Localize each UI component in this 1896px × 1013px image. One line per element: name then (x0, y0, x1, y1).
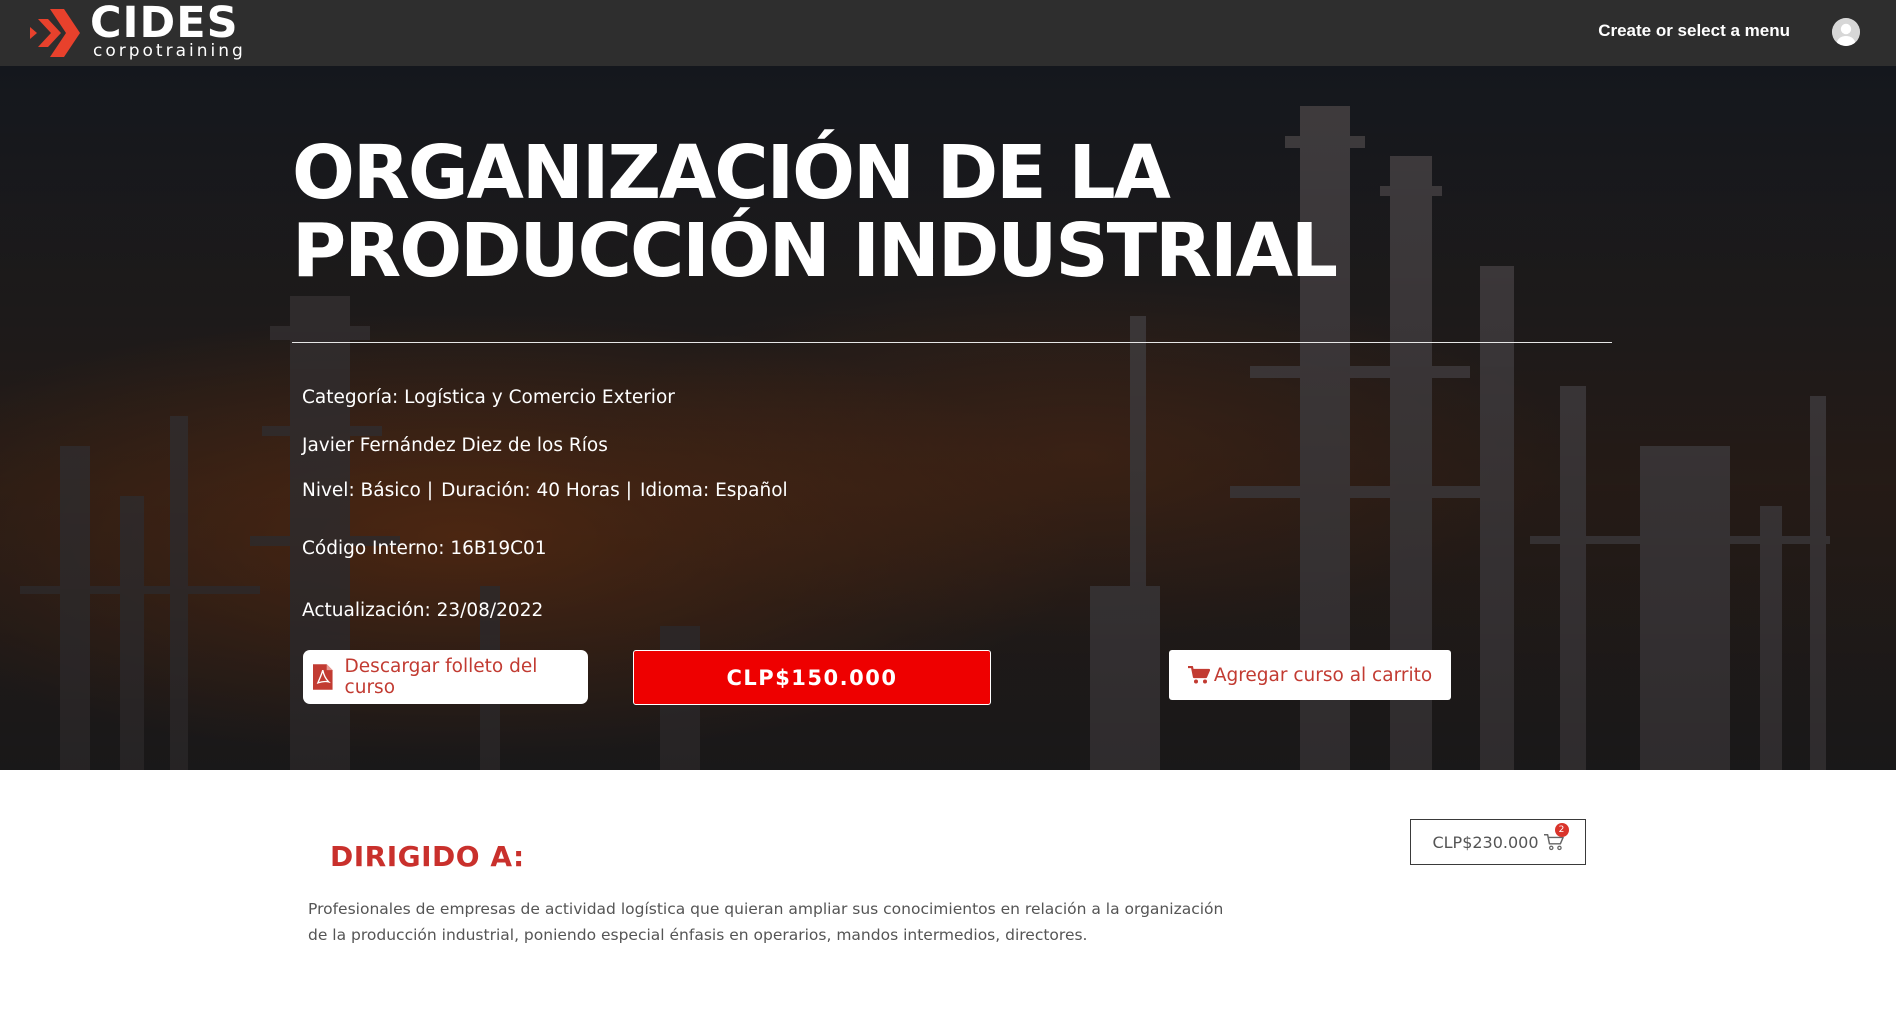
logo-tagline: corpotraining (93, 41, 246, 61)
mini-cart-total: CLP$230.000 (1432, 832, 1539, 852)
course-updated-date: Actualización: 23/08/2022 (302, 600, 544, 621)
course-level: Nivel: Básico (302, 480, 421, 501)
course-internal-code: Código Interno: 16B19C01 (302, 538, 547, 559)
title-divider (292, 342, 1612, 343)
course-hero: ORGANIZACIÓN DE LA PRODUCCIÓN INDUSTRIAL… (0, 66, 1896, 770)
add-to-cart-button[interactable]: Agregar curso al carrito (1169, 650, 1451, 700)
shopping-cart-icon: 2 (1543, 823, 1569, 851)
course-language: Idioma: Español (639, 480, 788, 501)
separator: | (426, 480, 434, 501)
pdf-icon (313, 664, 333, 690)
logo-chevrons-icon (30, 9, 80, 57)
course-duration: Duración: 40 Horas (441, 480, 620, 501)
create-menu-link[interactable]: Create or select a menu (1598, 21, 1790, 41)
top-navigation-bar: CIDES corpotraining Create or select a m… (0, 0, 1896, 66)
shopping-cart-icon (1187, 666, 1210, 684)
mini-cart-button[interactable]: CLP$230.000 2 (1410, 819, 1586, 865)
add-to-cart-label: Agregar curso al carrito (1213, 664, 1433, 686)
course-instructor: Javier Fernández Diez de los Ríos (302, 435, 608, 456)
course-title: ORGANIZACIÓN DE LA PRODUCCIÓN INDUSTRIAL (292, 130, 1338, 294)
course-specs: Nivel: Básico | Duración: 40 Horas | Idioma:… (302, 479, 788, 503)
audience-description: Profesionales de empresas de actividad l… (308, 900, 1224, 944)
cart-count-badge: 2 (1554, 823, 1569, 837)
audience-heading: DIRIGIDO A: (330, 840, 525, 873)
course-category: Categoría: Logística y Comercio Exterior (302, 387, 675, 408)
separator: | (625, 480, 632, 501)
user-avatar-icon[interactable] (1832, 18, 1860, 46)
download-brochure-button[interactable]: Descargar folleto del curso (303, 650, 588, 704)
logo-wordmark: CIDES (90, 0, 239, 48)
download-brochure-label: Descargar folleto del curso (344, 656, 538, 698)
course-price-button[interactable]: CLP$150.000 (633, 650, 991, 705)
site-logo[interactable]: CIDES corpotraining (30, 1, 255, 61)
